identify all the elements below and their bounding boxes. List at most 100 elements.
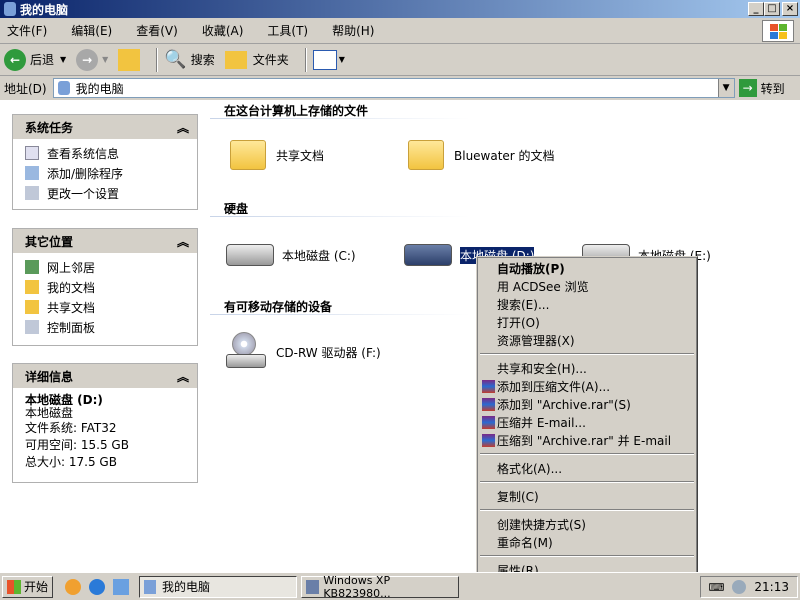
folders-label: 文件夹 (252, 53, 289, 67)
place-my-documents[interactable]: 我的文档 (13, 277, 197, 297)
place-label: 控制面板 (47, 320, 96, 335)
folders-button[interactable]: 文件夹 (224, 50, 289, 69)
folder-icon (224, 50, 247, 69)
disk-c[interactable]: 本地磁盘 (C:) (226, 244, 356, 266)
menu-sharing-security[interactable]: 共享和安全(H)... (479, 359, 695, 377)
clock[interactable]: 21:13 (754, 580, 789, 594)
section-header-disks: 硬盘 (224, 202, 249, 216)
up-folder-button[interactable] (118, 48, 141, 71)
toolbar: ← 后退 ▼ → ▼ 🔍 搜索 文件夹 ▼ (0, 44, 800, 76)
close-button[interactable]: × (782, 2, 798, 16)
chevron-down-icon[interactable]: ▼ (102, 55, 108, 64)
address-value: 我的电脑 (75, 81, 124, 96)
control-panel-icon (25, 320, 39, 334)
detail-total-size: 总大小: 17.5 GB (25, 455, 117, 469)
forward-arrow-icon: → (76, 48, 99, 71)
menu-open[interactable]: 打开(O) (479, 313, 695, 331)
menu-format[interactable]: 格式化(A)... (479, 459, 695, 477)
detail-type: 本地磁盘 (25, 406, 74, 420)
menu-add-to-archive[interactable]: 添加到压缩文件(A)... (479, 377, 695, 395)
task-add-remove-programs[interactable]: 添加/删除程序 (13, 163, 197, 183)
system-tasks-header[interactable]: 系统任务 ︽ (13, 115, 197, 139)
task-view-system-info[interactable]: 查看系统信息 (13, 143, 197, 163)
address-label: 地址(D) (4, 81, 47, 96)
menu-edit[interactable]: 编辑(E) (68, 20, 115, 41)
address-dropdown-button[interactable]: ▼ (717, 79, 734, 97)
menu-add-to-archive-rar[interactable]: 添加到 "Archive.rar"(S) (479, 395, 695, 413)
chevron-down-icon: ▼ (338, 55, 345, 64)
menu-explore[interactable]: 资源管理器(X) (479, 331, 695, 349)
computer-icon (57, 81, 70, 95)
panel-title: 系统任务 (25, 120, 74, 135)
other-places-header[interactable]: 其它位置 ︽ (13, 229, 197, 253)
collapse-icon[interactable]: ︽ (177, 233, 189, 250)
menu-tools[interactable]: 工具(T) (264, 20, 311, 41)
menu-label: 添加到压缩文件(A)... (497, 379, 611, 394)
menu-favorites[interactable]: 收藏(A) (199, 20, 247, 41)
maximize-button[interactable]: □ (764, 2, 780, 16)
menu-copy[interactable]: 复制(C) (479, 487, 695, 505)
task-my-computer[interactable]: 我的电脑 (139, 575, 298, 598)
back-label: 后退 (30, 53, 55, 67)
address-input[interactable]: 我的电脑 ▼ (52, 78, 735, 98)
task-label: 添加/删除程序 (47, 166, 124, 181)
menu-bar: 文件(F) 编辑(E) 查看(V) 收藏(A) 工具(T) 帮助(H) (0, 18, 800, 44)
computer-icon (4, 2, 16, 16)
context-menu: 自动播放(P) 用 ACDSee 浏览 搜索(E)... 打开(O) 资源管理器… (476, 256, 698, 578)
keyboard-icon[interactable]: ⌨ (709, 581, 725, 594)
control-panel-icon (25, 186, 39, 200)
minimize-button[interactable]: _ (748, 2, 764, 16)
place-control-panel[interactable]: 控制面板 (13, 317, 197, 337)
menu-help[interactable]: 帮助(H) (329, 20, 377, 41)
forward-button[interactable]: → ▼ (76, 48, 108, 71)
start-button[interactable]: 开始 (2, 575, 54, 598)
task-label: Windows XP KB823980... (323, 573, 391, 600)
panel-title: 详细信息 (25, 369, 74, 384)
hard-disk-icon (404, 244, 452, 266)
menu-label: 添加到 "Archive.rar"(S) (497, 397, 631, 412)
system-tray: ⌨ 21:13 (699, 576, 798, 598)
media-player-icon[interactable] (65, 578, 82, 595)
task-label: 我的电脑 (162, 580, 211, 594)
internet-explorer-icon[interactable] (89, 578, 106, 595)
chevron-down-icon[interactable]: ▼ (60, 55, 66, 64)
menu-compress-email[interactable]: 压缩并 E-mail... (479, 413, 695, 431)
up-folder-icon (118, 48, 141, 71)
collapse-icon[interactable]: ︽ (177, 368, 189, 385)
user-documents-folder[interactable]: Bluewater 的文档 (408, 140, 555, 170)
menu-view[interactable]: 查看(V) (133, 20, 181, 41)
menu-rename[interactable]: 重命名(M) (479, 533, 695, 551)
details-header[interactable]: 详细信息 ︽ (13, 364, 197, 388)
menu-create-shortcut[interactable]: 创建快捷方式(S) (479, 515, 695, 533)
go-button[interactable]: → 转到 (738, 79, 785, 97)
menu-autoplay[interactable]: 自动播放(P) (479, 259, 695, 277)
task-label: 查看系统信息 (47, 146, 120, 161)
collapse-icon[interactable]: ︽ (177, 119, 189, 136)
menu-acdsee-browse[interactable]: 用 ACDSee 浏览 (479, 277, 695, 295)
back-button[interactable]: ← 后退 ▼ (4, 48, 66, 71)
task-windows-update[interactable]: Windows XP KB823980... (301, 573, 460, 600)
outlook-express-icon[interactable] (113, 578, 130, 595)
system-info-icon (25, 146, 39, 160)
winrar-icon (482, 433, 495, 447)
item-label: 共享文档 (276, 148, 325, 163)
menu-search[interactable]: 搜索(E)... (479, 295, 695, 313)
network-status-icon[interactable] (732, 580, 747, 594)
task-pane: 系统任务 ︽ 查看系统信息 添加/删除程序 更改一个设置 其它位置 ︽ 网上邻居 我… (0, 100, 210, 568)
views-button[interactable]: ▼ (312, 49, 345, 70)
detail-filesystem: 文件系统: FAT32 (25, 421, 117, 435)
menu-compress-rar-email[interactable]: 压缩到 "Archive.rar" 并 E-mail (479, 431, 695, 449)
winrar-icon (482, 397, 495, 411)
shared-documents-folder[interactable]: 共享文档 (230, 140, 324, 170)
task-change-setting[interactable]: 更改一个设置 (13, 183, 197, 203)
menu-file[interactable]: 文件(F) (4, 20, 50, 41)
hard-disk-icon (226, 244, 274, 266)
folder-icon (408, 140, 444, 170)
task-label: 更改一个设置 (47, 186, 120, 201)
place-shared-documents[interactable]: 共享文档 (13, 297, 197, 317)
place-network[interactable]: 网上邻居 (13, 257, 197, 277)
search-button[interactable]: 🔍 搜索 (164, 49, 214, 70)
panel-title: 其它位置 (25, 234, 74, 249)
cd-drive-f[interactable]: CD-RW 驱动器 (F:) (226, 332, 381, 372)
section-header-files: 在这台计算机上存储的文件 (224, 104, 369, 118)
